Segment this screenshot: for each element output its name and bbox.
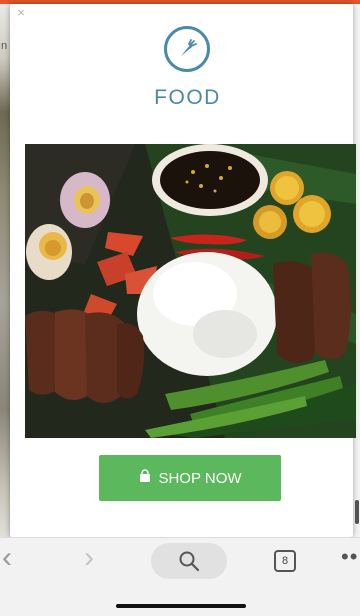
search-button[interactable] [151, 543, 227, 579]
home-indicator [116, 604, 246, 608]
browser-toolbar: ‹ › 8 •• [0, 537, 360, 616]
carrot-icon [181, 39, 197, 56]
more-icon[interactable]: •• [341, 544, 358, 570]
background-scroll-handle [355, 500, 359, 524]
close-icon[interactable]: × [14, 6, 28, 20]
chevron-right-icon[interactable]: › [84, 541, 94, 575]
tabs-count-button[interactable]: 8 [274, 550, 296, 572]
brand-logo [164, 26, 210, 72]
food-photo[interactable] [25, 144, 356, 438]
ad-card[interactable]: × FOOD SHOP NOW [10, 4, 356, 537]
background-text-fragment: n [1, 40, 8, 52]
shopping-bag-icon [138, 469, 152, 487]
shop-now-label: SHOP NOW [158, 469, 242, 487]
shop-now-button[interactable]: SHOP NOW [99, 455, 281, 501]
search-icon [179, 551, 200, 572]
chevron-left-icon[interactable]: ‹ [2, 541, 12, 575]
brand-name: FOOD [154, 86, 221, 109]
